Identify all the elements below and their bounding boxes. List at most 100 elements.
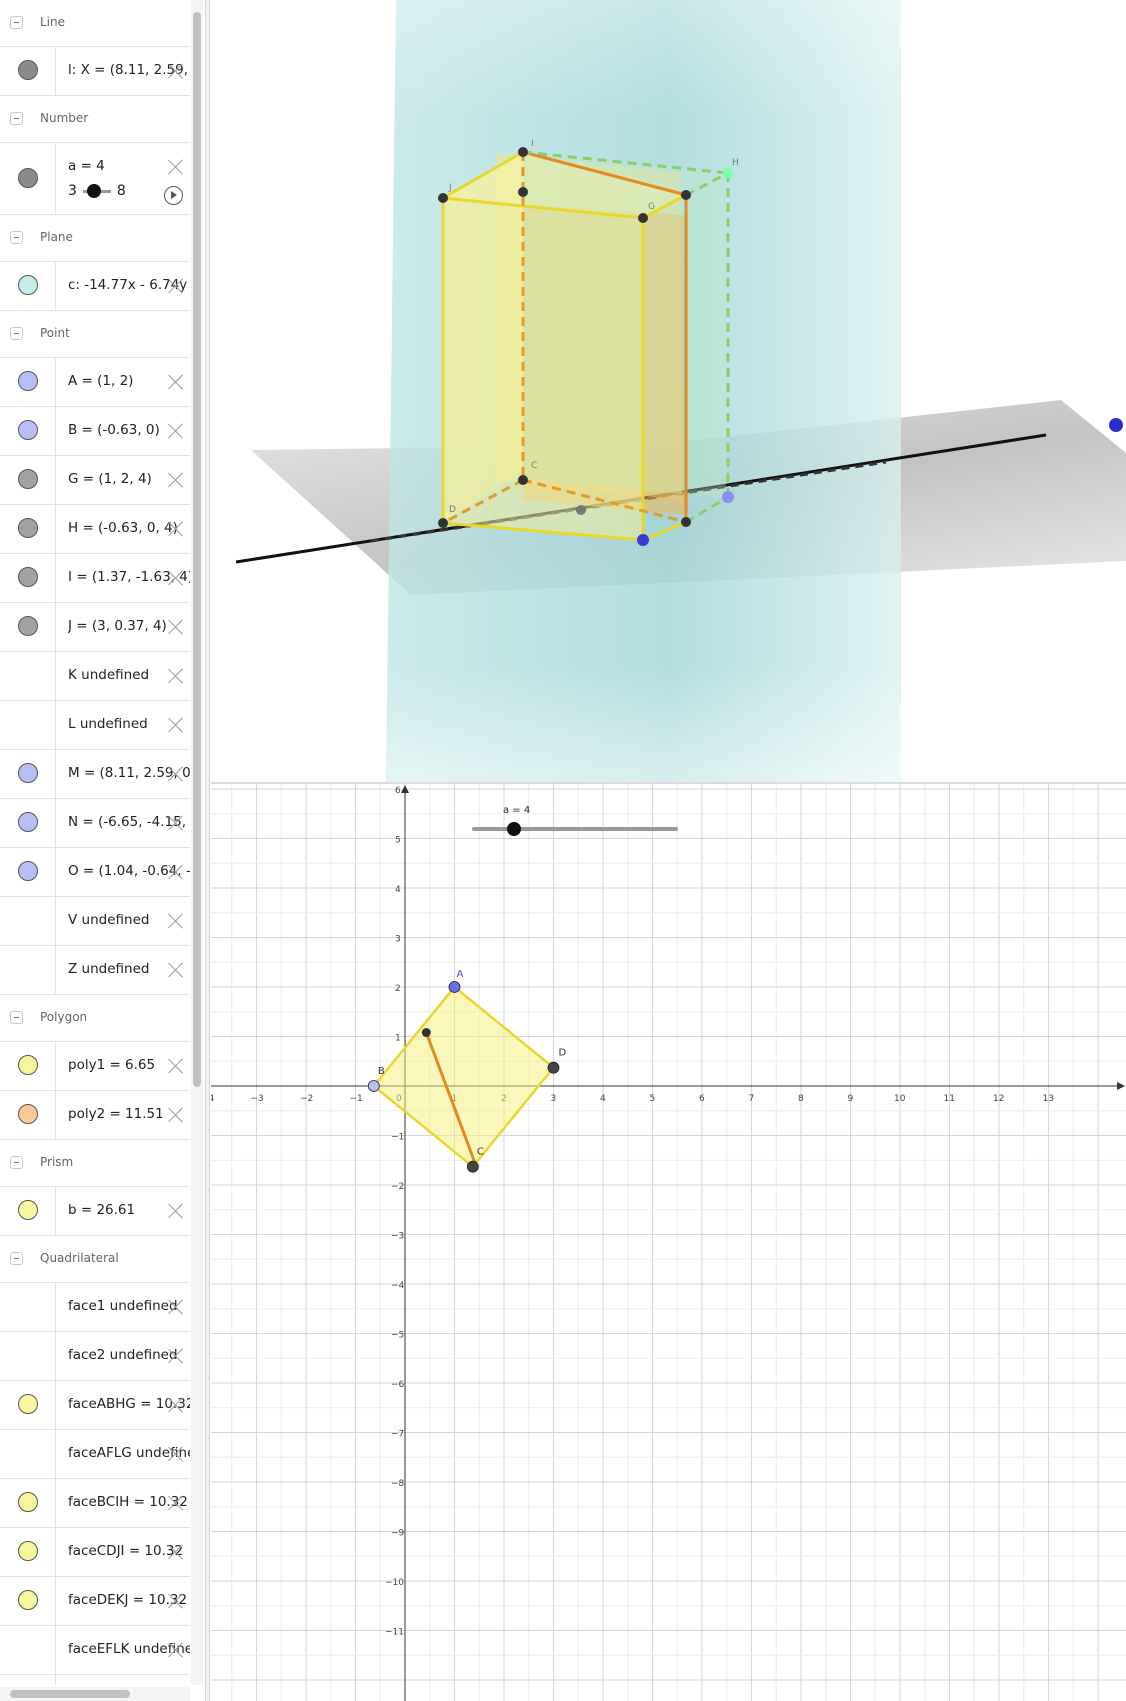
delete-icon[interactable]: [166, 421, 186, 441]
algebra-item[interactable]: faceEFLK undefined: [0, 1626, 190, 1675]
delete-icon[interactable]: [166, 1542, 186, 1562]
algebra-item[interactable]: faceCDJI = 10.32: [0, 1528, 190, 1577]
delete-icon[interactable]: [166, 715, 186, 735]
delete-icon[interactable]: [166, 568, 186, 588]
algebra-item[interactable]: I = (1.37, -1.63, 4): [0, 554, 190, 603]
algebra-item[interactable]: faceBCIH = 10.32: [0, 1479, 190, 1528]
slider-track[interactable]: [82, 184, 111, 198]
algebra-item[interactable]: H = (-0.63, 0, 4): [0, 505, 190, 554]
visibility-marble-icon[interactable]: [18, 469, 38, 489]
visibility-marble-icon[interactable]: [18, 1104, 38, 1124]
algebra-item[interactable]: J = (3, 0.37, 4): [0, 603, 190, 652]
algebra-view[interactable]: Line l: X = (8.11, 2.59, 0 Number a = 4 3 8 Pl…: [0, 0, 190, 1685]
algebra-item[interactable]: poly1 = 6.65: [0, 1042, 190, 1091]
group-header-polygon[interactable]: Polygon: [0, 995, 190, 1042]
visibility-marble-icon[interactable]: [18, 60, 38, 80]
point-b[interactable]: [367, 1080, 380, 1092]
delete-icon[interactable]: [166, 519, 186, 539]
algebra-item[interactable]: M = (8.11, 2.59, 0.0: [0, 750, 190, 799]
algebra-item[interactable]: N = (-6.65, -4.15, -0: [0, 799, 190, 848]
visibility-marble-icon[interactable]: [18, 1492, 38, 1512]
delete-icon[interactable]: [166, 764, 186, 784]
visibility-marble-icon[interactable]: [18, 1541, 38, 1561]
visibility-marble-icon[interactable]: [18, 1055, 38, 1075]
algebra-vertical-scrollbar[interactable]: [191, 0, 203, 1685]
delete-icon[interactable]: [166, 1640, 186, 1660]
delete-icon[interactable]: [166, 470, 186, 490]
point-a[interactable]: [448, 981, 461, 993]
delete-icon[interactable]: [166, 1297, 186, 1317]
delete-icon[interactable]: [166, 1201, 186, 1221]
algebra-item[interactable]: b = 26.61: [0, 1187, 190, 1236]
play-icon[interactable]: [164, 186, 183, 205]
group-header-plane[interactable]: Plane: [0, 215, 190, 262]
visibility-marble-icon[interactable]: [18, 861, 38, 881]
algebra-item[interactable]: l: X = (8.11, 2.59, 0: [0, 47, 190, 96]
graphics-2d-view[interactable]: −4−3−2−1012345678910111213654321−1−2−3−4…: [211, 784, 1126, 1701]
delete-icon[interactable]: [166, 1395, 186, 1415]
delete-icon[interactable]: [166, 617, 186, 637]
delete-icon[interactable]: [166, 157, 186, 177]
collapse-icon[interactable]: [10, 231, 23, 244]
delete-icon[interactable]: [166, 276, 186, 296]
algebra-item[interactable]: c: -14.77x - 6.74y - 0: [0, 262, 190, 311]
algebra-item[interactable]: V undefined: [0, 897, 190, 946]
visibility-marble-icon[interactable]: [18, 567, 38, 587]
algebra-item[interactable]: poly2 = 11.51: [0, 1091, 190, 1140]
algebra-item[interactable]: Z undefined: [0, 946, 190, 995]
visibility-marble-icon[interactable]: [18, 763, 38, 783]
delete-icon[interactable]: [166, 1444, 186, 1464]
algebra-item[interactable]: A = (1, 2): [0, 358, 190, 407]
scrollbar-thumb[interactable]: [193, 12, 201, 1087]
algebra-horizontal-scrollbar[interactable]: [0, 1687, 190, 1701]
visibility-marble-icon[interactable]: [18, 1590, 38, 1610]
delete-icon[interactable]: [166, 813, 186, 833]
algebra-item[interactable]: faceABHG = 10.32: [0, 1381, 190, 1430]
collapse-icon[interactable]: [10, 1011, 23, 1024]
collapse-icon[interactable]: [10, 112, 23, 125]
algebra-item[interactable]: G = (1, 2, 4): [0, 456, 190, 505]
algebra-item[interactable]: B = (-0.63, 0): [0, 407, 190, 456]
visibility-marble-icon[interactable]: [18, 518, 38, 538]
collapse-icon[interactable]: [10, 1252, 23, 1265]
visibility-marble-icon[interactable]: [18, 420, 38, 440]
delete-icon[interactable]: [166, 862, 186, 882]
scrollbar-thumb[interactable]: [10, 1690, 130, 1698]
collapse-icon[interactable]: [10, 327, 23, 340]
point-c[interactable]: [466, 1160, 479, 1173]
algebra-item[interactable]: face2 undefined: [0, 1332, 190, 1381]
collapse-icon[interactable]: [10, 1156, 23, 1169]
point-o-3d[interactable]: [722, 491, 734, 503]
delete-icon[interactable]: [166, 372, 186, 392]
delete-icon[interactable]: [166, 1591, 186, 1611]
delete-icon[interactable]: [166, 1346, 186, 1366]
graphics-3d-view[interactable]: I J G H C D: [211, 0, 1126, 782]
delete-icon[interactable]: [166, 1493, 186, 1513]
delete-icon[interactable]: [166, 61, 186, 81]
delete-icon[interactable]: [166, 666, 186, 686]
algebra-item[interactable]: face1 undefined: [0, 1283, 190, 1332]
algebra-item[interactable]: L undefined: [0, 701, 190, 750]
group-header-number[interactable]: Number: [0, 96, 190, 143]
collapse-icon[interactable]: [10, 16, 23, 29]
algebra-item[interactable]: faceDEKJ = 10.32: [0, 1577, 190, 1626]
visibility-marble-icon[interactable]: [18, 275, 38, 295]
delete-icon[interactable]: [166, 911, 186, 931]
algebra-item[interactable]: K undefined: [0, 652, 190, 701]
visibility-marble-icon[interactable]: [18, 1394, 38, 1414]
view-splitter[interactable]: [205, 0, 210, 1701]
point-m-3d[interactable]: [1109, 418, 1123, 432]
delete-icon[interactable]: [166, 1105, 186, 1125]
algebra-item[interactable]: a = 438: [0, 143, 190, 215]
inline-slider[interactable]: 38: [68, 183, 126, 199]
algebra-item[interactable]: faceAFLG undefined: [0, 1430, 190, 1479]
visibility-marble-icon[interactable]: [18, 371, 38, 391]
visibility-marble-icon[interactable]: [18, 168, 38, 188]
group-header-point[interactable]: Point: [0, 311, 190, 358]
group-header-prism[interactable]: Prism: [0, 1140, 190, 1187]
visibility-marble-icon[interactable]: [18, 1200, 38, 1220]
algebra-item[interactable]: faceGHIJKL = 6.65: [0, 1675, 190, 1685]
point-segment-end[interactable]: [421, 1028, 431, 1038]
delete-icon[interactable]: [166, 1056, 186, 1076]
slider-knob[interactable]: [507, 822, 521, 836]
